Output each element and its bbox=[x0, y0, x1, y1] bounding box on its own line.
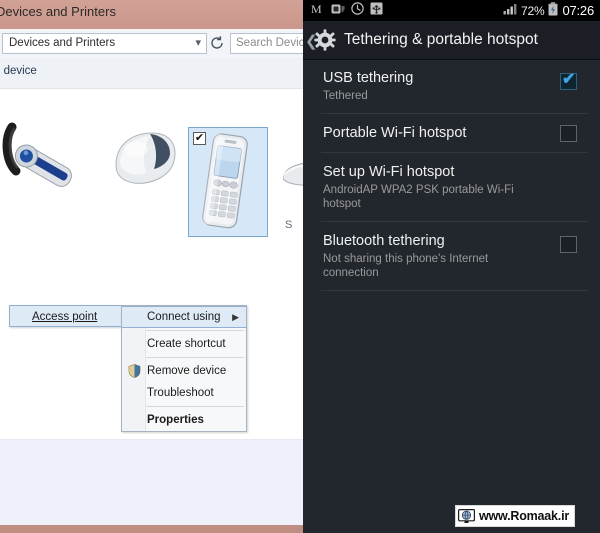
menu-item-label: Create shortcut bbox=[147, 338, 226, 350]
screenshot-icon bbox=[331, 2, 345, 20]
window-bottom-strip bbox=[0, 525, 303, 533]
command-toolbar: e device bbox=[0, 58, 303, 89]
status-bar-system-icons: 72% 07:26 bbox=[503, 2, 594, 19]
status-bar-notification-icons: M bbox=[311, 2, 383, 19]
watermark-text: www.Romaak.ir bbox=[479, 509, 570, 523]
android-status-bar: M 72% 07:26 bbox=[303, 0, 600, 21]
usb-tethering-checkbox[interactable]: ✔ bbox=[560, 71, 577, 90]
menu-separator bbox=[146, 330, 244, 331]
menu-separator bbox=[146, 357, 244, 358]
search-input[interactable]: Search Devices bbox=[230, 33, 303, 54]
setting-row-usb-tethering[interactable]: USB tethering Tethered ✔ bbox=[303, 59, 600, 113]
menu-item-connect-using[interactable]: Connect using ▶ bbox=[122, 306, 246, 328]
setting-title: USB tethering bbox=[323, 70, 414, 86]
svg-text:M: M bbox=[311, 3, 322, 15]
page-title: Tethering & portable hotspot bbox=[344, 31, 538, 48]
setting-title: Set up Wi-Fi hotspot bbox=[323, 164, 455, 180]
window-title: Devices and Printers bbox=[0, 4, 116, 19]
menu-item-label: Troubleshoot bbox=[147, 387, 214, 399]
device-icon-mobile-phone[interactable] bbox=[186, 129, 266, 234]
toolbar-add-device-button[interactable]: e device bbox=[0, 65, 37, 77]
menu-separator bbox=[146, 406, 244, 407]
context-menu-parent-item[interactable]: Access point bbox=[10, 306, 122, 328]
signal-bars-icon bbox=[503, 3, 517, 18]
device-icon-mouse[interactable] bbox=[100, 119, 186, 199]
setting-subtitle: Not sharing this phone's Internet connec… bbox=[323, 253, 489, 279]
uac-shield-icon bbox=[128, 364, 141, 378]
menu-item-remove-device[interactable]: Remove device bbox=[122, 360, 246, 382]
device-icon-partial[interactable] bbox=[282, 149, 303, 209]
website-monitor-icon bbox=[458, 508, 476, 524]
context-menu[interactable]: Connect using ▶ Create shortcut Remove d… bbox=[121, 305, 247, 432]
refresh-icon[interactable] bbox=[209, 35, 225, 51]
portable-wifi-hotspot-checkbox[interactable] bbox=[560, 125, 577, 142]
window-titlebar: Devices and Printers bbox=[0, 0, 303, 29]
device-icon-bluetooth-headset[interactable] bbox=[2, 117, 84, 197]
battery-charging-icon bbox=[548, 2, 559, 19]
setting-title: Portable Wi-Fi hotspot bbox=[323, 125, 467, 141]
details-pane bbox=[0, 439, 303, 526]
android-action-bar: ❮ Tethering & portable hotspot bbox=[303, 21, 600, 60]
status-bar-clock: 07:26 bbox=[562, 3, 594, 18]
setting-subtitle: Tethered bbox=[323, 90, 368, 102]
address-input[interactable]: Devices and Printers ▾ bbox=[2, 33, 207, 54]
screenshot-root: Devices and Printers Devices and Printer… bbox=[0, 0, 600, 533]
watermark: www.Romaak.ir bbox=[455, 505, 576, 527]
menu-item-label: Remove device bbox=[147, 365, 227, 377]
setting-title: Bluetooth tethering bbox=[323, 233, 445, 249]
context-menu-parent-label: Access point bbox=[32, 311, 98, 323]
setting-row-set-up-wifi-hotspot[interactable]: Set up Wi-Fi hotspot AndroidAP WPA2 PSK … bbox=[303, 153, 600, 221]
submenu-arrow-icon: ▶ bbox=[232, 312, 239, 322]
context-menu-parent[interactable]: Access point bbox=[9, 305, 123, 327]
settings-list: USB tethering Tethered ✔ Portable Wi-Fi … bbox=[303, 59, 600, 291]
usb-icon bbox=[370, 2, 383, 20]
address-bar: Devices and Printers ▾ Search Devices bbox=[0, 29, 303, 59]
android-settings-screen: M 72% 07:26 ❮ Tethering & portable hotsp… bbox=[303, 0, 600, 533]
menu-item-label: Properties bbox=[147, 414, 204, 426]
devices-content-area: ✔ S Access point Connect using ▶ Create … bbox=[0, 89, 303, 439]
menu-item-create-shortcut[interactable]: Create shortcut bbox=[122, 333, 246, 355]
search-placeholder: Search Devices bbox=[236, 37, 303, 49]
bluetooth-tethering-checkbox[interactable] bbox=[560, 236, 577, 253]
checkmark-icon: ✔ bbox=[562, 71, 576, 88]
clock-icon bbox=[351, 1, 364, 20]
menu-item-troubleshoot[interactable]: Troubleshoot bbox=[122, 382, 246, 404]
setting-row-portable-wifi-hotspot[interactable]: Portable Wi-Fi hotspot bbox=[303, 114, 600, 152]
setting-row-bluetooth-tethering[interactable]: Bluetooth tethering Not sharing this pho… bbox=[303, 222, 600, 290]
gmail-icon: M bbox=[311, 2, 325, 20]
device-label-4: S bbox=[285, 219, 293, 231]
setting-subtitle: AndroidAP WPA2 PSK portable Wi-Fi hotspo… bbox=[323, 184, 514, 210]
list-divider bbox=[321, 290, 588, 291]
address-value: Devices and Printers bbox=[9, 37, 116, 49]
chevron-down-icon[interactable]: ▾ bbox=[195, 36, 201, 49]
gear-icon bbox=[314, 29, 336, 51]
windows-devices-and-printers-window: Devices and Printers Devices and Printer… bbox=[0, 0, 303, 533]
menu-item-label: Connect using bbox=[147, 311, 221, 323]
menu-item-properties[interactable]: Properties bbox=[122, 409, 246, 431]
battery-percent-label: 72% bbox=[521, 3, 545, 18]
